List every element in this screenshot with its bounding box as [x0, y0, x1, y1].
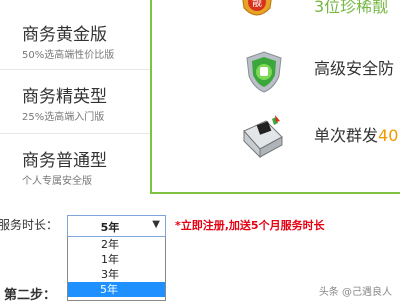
- dropdown-option-selected[interactable]: 5年: [68, 282, 165, 297]
- feature-text-accent: 40: [378, 126, 399, 145]
- plan-desc: 50%选高端性价比版: [22, 50, 115, 61]
- feature-text: 高级安全防: [314, 59, 395, 78]
- plan-name: 商务黄金版: [22, 25, 107, 45]
- plan-name: 商务精英型: [22, 87, 107, 107]
- watermark: 头条 @己遇良人: [318, 287, 392, 298]
- security-shield-icon: [244, 50, 284, 98]
- feature-text: 单次群发40: [314, 122, 398, 146]
- plan-item-gold[interactable]: 商务黄金版 50%选高端性价比版: [0, 0, 150, 70]
- duration-select[interactable]: 5年 ▼: [67, 215, 166, 237]
- plan-desc: 25%选高端入门版: [22, 112, 105, 123]
- plan-item-standard[interactable]: 商务普通型 个人专属安全版: [0, 134, 150, 200]
- feature-text-main: 单次群发: [314, 126, 379, 145]
- chevron-down-icon[interactable]: ▼: [152, 219, 160, 230]
- duration-label: 服务时长：: [0, 218, 59, 232]
- plan-name: 商务普通型: [22, 151, 107, 171]
- dropdown-option[interactable]: 2年: [68, 237, 152, 252]
- dropdown-option[interactable]: 3年: [68, 267, 152, 282]
- beauty-number-badge-icon: 靓: [240, 0, 274, 24]
- promo-text: *立即注册,加送5个月服务时长: [175, 219, 325, 232]
- feature-text: 3位珍稀靓: [314, 0, 389, 16]
- duration-selected-value: 5年: [100, 221, 120, 234]
- badge-text: 靓: [252, 0, 262, 9]
- dropdown-option[interactable]: 1年: [68, 252, 152, 267]
- plan-list: 商务黄金版 50%选高端性价比版 商务精英型 25%选高端入门版 商务普通型 个…: [0, 0, 150, 200]
- plan-item-elite[interactable]: 商务精英型 25%选高端入门版: [0, 70, 150, 134]
- mass-mail-icon: [240, 115, 286, 165]
- duration-dropdown-list: 2年 1年 3年 5年: [67, 237, 166, 301]
- plan-desc: 个人专属安全版: [22, 176, 92, 187]
- step-label: 第二步：: [4, 288, 57, 303]
- feature-panel: 靓 3位珍稀靓 高级安全防 单次群发40: [150, 0, 400, 194]
